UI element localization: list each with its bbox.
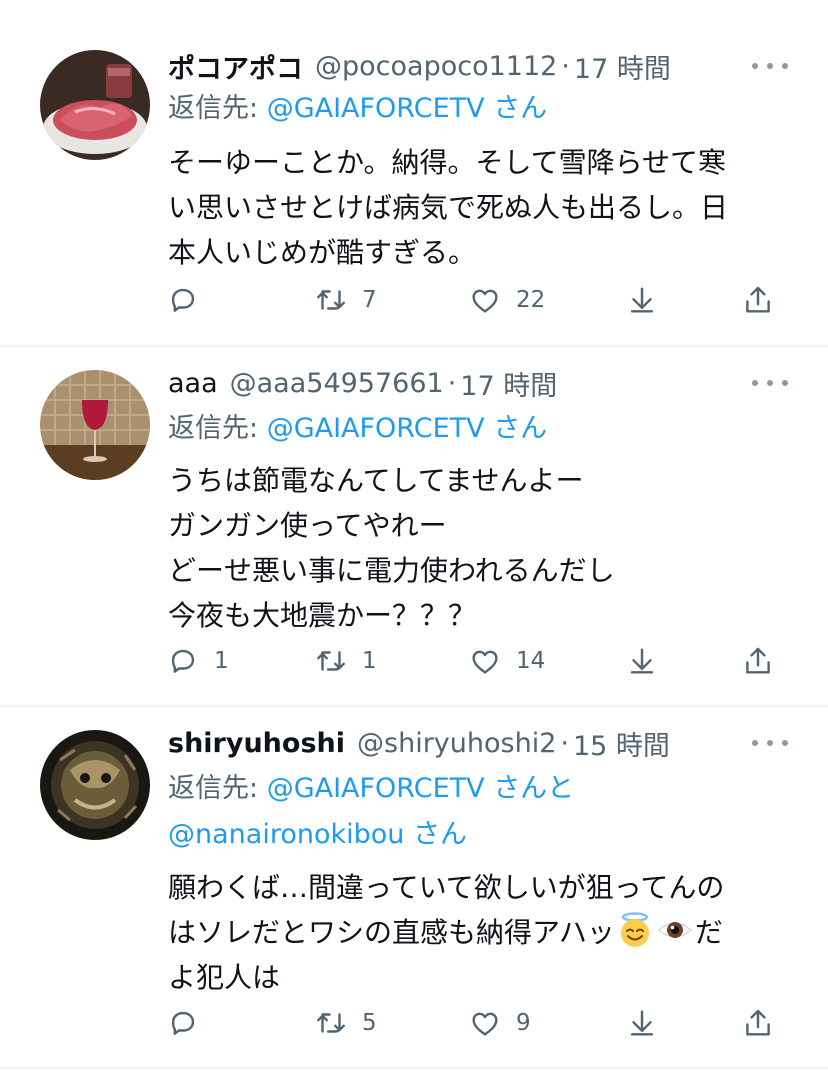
like-icon	[472, 650, 498, 674]
mention-link[interactable]: @GAIAFORCETV	[267, 93, 485, 124]
download-button[interactable]	[625, 638, 659, 684]
separator-dot: ·	[447, 367, 457, 399]
action-bar: 1 1 14	[160, 638, 800, 684]
retweet-icon	[317, 1013, 345, 1033]
reply-icon	[171, 649, 195, 673]
reply-icon	[171, 1011, 195, 1035]
avatar[interactable]	[40, 50, 150, 160]
tweet-2[interactable]: aaa @aaa54957661 · 17 時間 返信先: @GAIAFORCE…	[0, 347, 828, 705]
reply-to-label: 返信先:	[168, 93, 267, 124]
separator-dot: ·	[560, 727, 569, 759]
tweet-text-line: 願わくば…間違っていて欲しいが狙ってんの	[168, 871, 725, 904]
like-count: 9	[516, 1010, 531, 1036]
action-bar: 7 22	[160, 277, 800, 323]
download-icon	[630, 648, 654, 674]
retweet-count: 5	[362, 1010, 377, 1036]
retweet-button[interactable]: 1	[314, 638, 377, 684]
mention-suffix: さん	[493, 93, 548, 124]
retweet-button[interactable]: 7	[314, 277, 377, 323]
retweet-count: 1	[362, 648, 377, 674]
share-icon	[746, 647, 770, 674]
share-button[interactable]	[741, 638, 775, 684]
action-bar: 5 9	[160, 1000, 800, 1046]
reply-to-line: 返信先: @GAIAFORCETV さんと	[168, 766, 574, 812]
tweet-text-line: い思いさせとけば病気で死ぬ人も出るし。日	[168, 191, 729, 224]
user-handle[interactable]: @shiryuhoshi2	[357, 728, 556, 759]
tweet-text: そーゆーことか。納得。そして雪降らせて寒 い思いさせとけば病気で死ぬ人も出るし。…	[168, 140, 788, 275]
separator-dot: ·	[561, 50, 570, 82]
display-name[interactable]: aaa	[168, 368, 218, 399]
tweet-text-line: はソレだとワシの直感も納得アハッ だ	[168, 910, 788, 955]
retweet-button[interactable]: 5	[314, 1000, 377, 1046]
smiling-face-with-halo-emoji	[620, 912, 649, 947]
reply-to-label: 返信先:	[168, 413, 267, 444]
tweet-header: shiryuhoshi @shiryuhoshi2 · 15 時間	[168, 723, 670, 763]
display-name[interactable]: ポコアポコ	[168, 47, 303, 86]
reply-count: 1	[214, 648, 229, 674]
share-icon	[746, 1009, 770, 1036]
tweet-header: ポコアポコ @pocoapoco1112 · 17 時間	[168, 46, 671, 86]
download-button[interactable]	[625, 277, 659, 323]
user-handle[interactable]: @pocoapoco1112	[315, 51, 557, 82]
divider	[0, 1067, 828, 1069]
tweet-text: 願わくば…間違っていて欲しいが狙ってんの はソレだとワシの直感も納得アハッ だ よ…	[168, 865, 788, 1000]
like-button[interactable]: 22	[468, 277, 545, 323]
download-button[interactable]	[625, 1000, 659, 1046]
retweet-count: 7	[362, 287, 377, 313]
eye-emoji	[658, 922, 692, 938]
more-horizontal-icon[interactable]	[752, 733, 788, 753]
timestamp[interactable]: 15 時間	[573, 724, 670, 763]
more-horizontal-icon[interactable]	[752, 373, 788, 393]
tweet-1[interactable]: ポコアポコ @pocoapoco1112 · 17 時間 返信先: @GAIAF…	[0, 0, 828, 346]
tweet-text-line: うちは節電なんてしてませんよー	[168, 464, 584, 497]
tweet-text-line: ガンガン使ってやれー	[168, 509, 447, 542]
reply-to-line-2: @nanaironokibou さん	[168, 812, 467, 858]
like-count: 14	[516, 648, 546, 674]
reply-to-label: 返信先:	[168, 773, 267, 804]
like-icon	[472, 1012, 498, 1036]
tweet-text-line: 今夜も大地震かー？？？	[168, 599, 477, 632]
like-icon	[472, 289, 498, 313]
timestamp[interactable]: 17 時間	[460, 364, 557, 403]
like-count: 22	[516, 287, 546, 313]
display-name[interactable]: shiryuhoshi	[168, 728, 345, 759]
reply-button[interactable]	[166, 1000, 214, 1046]
mention-link[interactable]: @nanaironokibou	[168, 819, 404, 850]
mention-link[interactable]: @GAIAFORCETV	[267, 773, 485, 804]
mention-suffix: さん	[493, 413, 548, 444]
reply-button[interactable]: 1	[166, 638, 229, 684]
tweet-header: aaa @aaa54957661 · 17 時間	[168, 363, 557, 403]
tweet-text-line: どーせ悪い事に電力使われるんだし	[168, 554, 615, 587]
reply-icon	[171, 288, 195, 312]
download-icon	[630, 287, 654, 313]
mention-link[interactable]: @GAIAFORCETV	[267, 413, 485, 444]
tweet-text-line: 本人いじめが酷すぎる。	[168, 236, 477, 269]
reply-button[interactable]	[166, 277, 214, 323]
share-button[interactable]	[741, 1000, 775, 1046]
tweet-text-segment: だ	[694, 916, 723, 949]
tweet-text-segment: はソレだとワシの直感も納得アハッ	[168, 916, 615, 949]
download-icon	[630, 1010, 654, 1036]
reply-to-line: 返信先: @GAIAFORCETV さん	[168, 86, 547, 132]
retweet-icon	[317, 290, 345, 310]
tweet-text-line: そーゆーことか。納得。そして雪降らせて寒	[168, 146, 727, 179]
like-button[interactable]: 14	[468, 638, 545, 684]
reply-to-line: 返信先: @GAIAFORCETV さん	[168, 406, 547, 452]
retweet-icon	[317, 651, 345, 671]
share-button[interactable]	[741, 277, 775, 323]
tweet-text: うちは節電なんてしてませんよー ガンガン使ってやれー どーせ悪い事に電力使われる…	[168, 458, 788, 638]
user-handle[interactable]: @aaa54957661	[230, 368, 444, 399]
mention-suffix: さんと	[493, 773, 575, 804]
timestamp[interactable]: 17 時間	[574, 47, 671, 86]
tweet-3[interactable]: shiryuhoshi @shiryuhoshi2 · 15 時間 返信先: @…	[0, 707, 828, 1067]
more-horizontal-icon[interactable]	[752, 56, 788, 76]
share-icon	[746, 286, 770, 313]
like-button[interactable]: 9	[468, 1000, 531, 1046]
avatar[interactable]	[40, 370, 150, 480]
tweet-text-line: よ犯人は	[168, 961, 281, 994]
mention-suffix: さん	[412, 819, 467, 850]
avatar[interactable]	[40, 730, 150, 840]
